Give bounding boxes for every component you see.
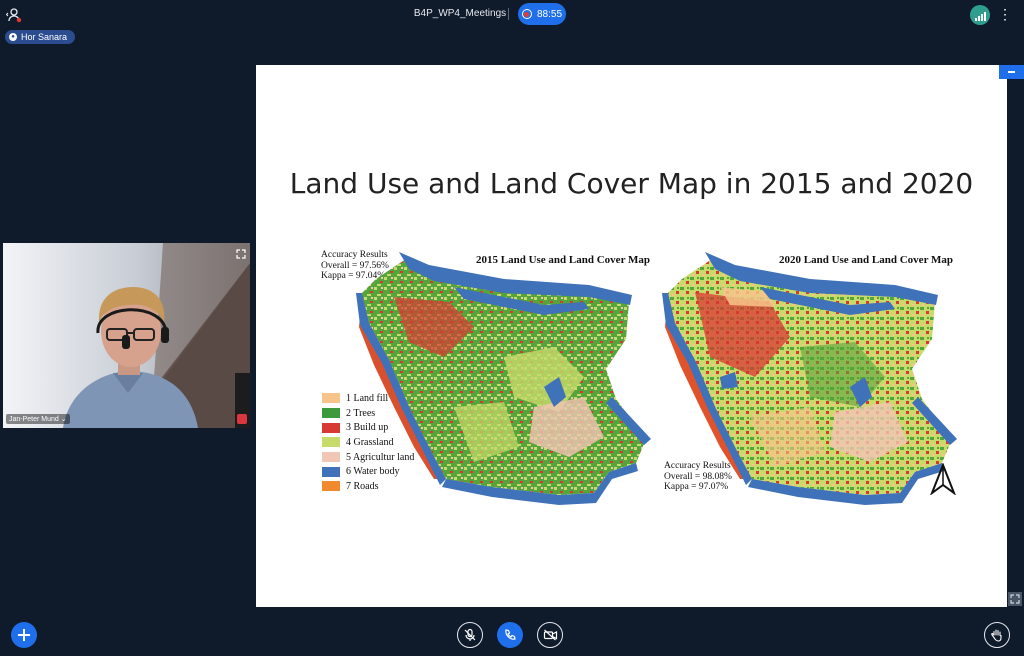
kappa-value: Kappa = 97.07% [664,482,729,492]
signal-bar [983,12,986,21]
header-divider [508,8,509,20]
accuracy-heading: Accuracy Results [664,461,731,471]
mic-icon: ● [9,33,17,41]
participant-mic-muted-icon [237,414,247,424]
legend-label: 4 Grassland [346,436,394,448]
legend-swatch [322,437,340,448]
legend-item: 7 Roads [322,479,414,494]
legend-label: 5 Agricultur land [346,451,415,463]
fullscreen-icon [1010,594,1020,604]
kebab-icon: ⋮ [998,6,1012,22]
video-button[interactable] [537,622,563,648]
meeting-title: B4P_WP4_Meetings [413,8,507,19]
actions-button[interactable] [11,622,37,648]
legend-label: 7 Roads [346,480,379,492]
active-speaker-chip: ● Hor Sanara [5,30,76,44]
map-legend: 1 Land fill 2 Trees 3 Build up 4 Grassla… [322,391,414,494]
users-icon [5,8,22,23]
overall-accuracy: Overall = 98.08% [664,471,732,482]
legend-item: 1 Land fill [322,391,414,406]
minimize-presentation-button[interactable] [999,65,1024,79]
raise-hand-button[interactable] [984,622,1010,648]
legend-item: 2 Trees [322,406,414,421]
legend-swatch [322,481,340,492]
accuracy-2020: Accuracy Results Overall = 98.08% Kappa … [664,461,732,493]
plus-icon [18,629,30,641]
record-icon [521,9,532,19]
expand-video-button[interactable] [236,246,246,259]
participant-video [3,243,250,428]
camera-off-icon [543,629,557,641]
presentation-slide: Land Use and Land Cover Map in 2015 and … [256,65,1007,607]
legend-item: 4 Grassland [322,435,414,450]
participant-video-tile[interactable] [3,243,250,428]
participant-name: Jan-Peter Mund [9,416,59,423]
legend-label: 3 Build up [346,422,389,434]
legend-swatch [322,393,340,404]
more-options-button[interactable]: ⋮ [998,6,1012,22]
users-button[interactable] [5,7,22,23]
north-arrow-icon [930,463,956,495]
signal-bar [974,18,977,21]
expand-icon [236,249,246,259]
recording-timer[interactable]: 88:55 [518,3,566,25]
signal-bar [980,14,983,21]
legend-label: 1 Land fill [346,392,389,404]
legend-swatch [322,466,340,477]
legend-label: 2 Trees [346,407,376,419]
minimize-icon [1008,71,1015,73]
timer-text: 88:55 [536,8,563,20]
legend-item: 6 Water body [322,464,414,479]
mic-off-icon [464,628,476,641]
slide-title: Land Use and Land Cover Map in 2015 and … [289,167,974,200]
legend-swatch [322,408,340,419]
participant-name-tag: Jan-Peter Mund ⌄ [6,414,70,424]
leave-call-button[interactable] [497,622,523,648]
active-speaker-name: Hor Sanara [21,32,68,42]
legend-label: 6 Water body [346,466,400,478]
legend-swatch [322,422,340,433]
legend-item: 5 Agricultur land [322,450,414,465]
signal-bar [977,16,980,21]
legend-item: 3 Build up [322,420,414,435]
hand-icon [991,629,1002,642]
legend-swatch [322,452,340,463]
participant-menu-chevron[interactable]: ⌄ [61,416,67,423]
fullscreen-presentation-button[interactable] [1008,592,1022,606]
connection-status-button[interactable] [970,5,990,25]
mute-button[interactable] [457,622,483,648]
phone-icon [505,629,516,640]
